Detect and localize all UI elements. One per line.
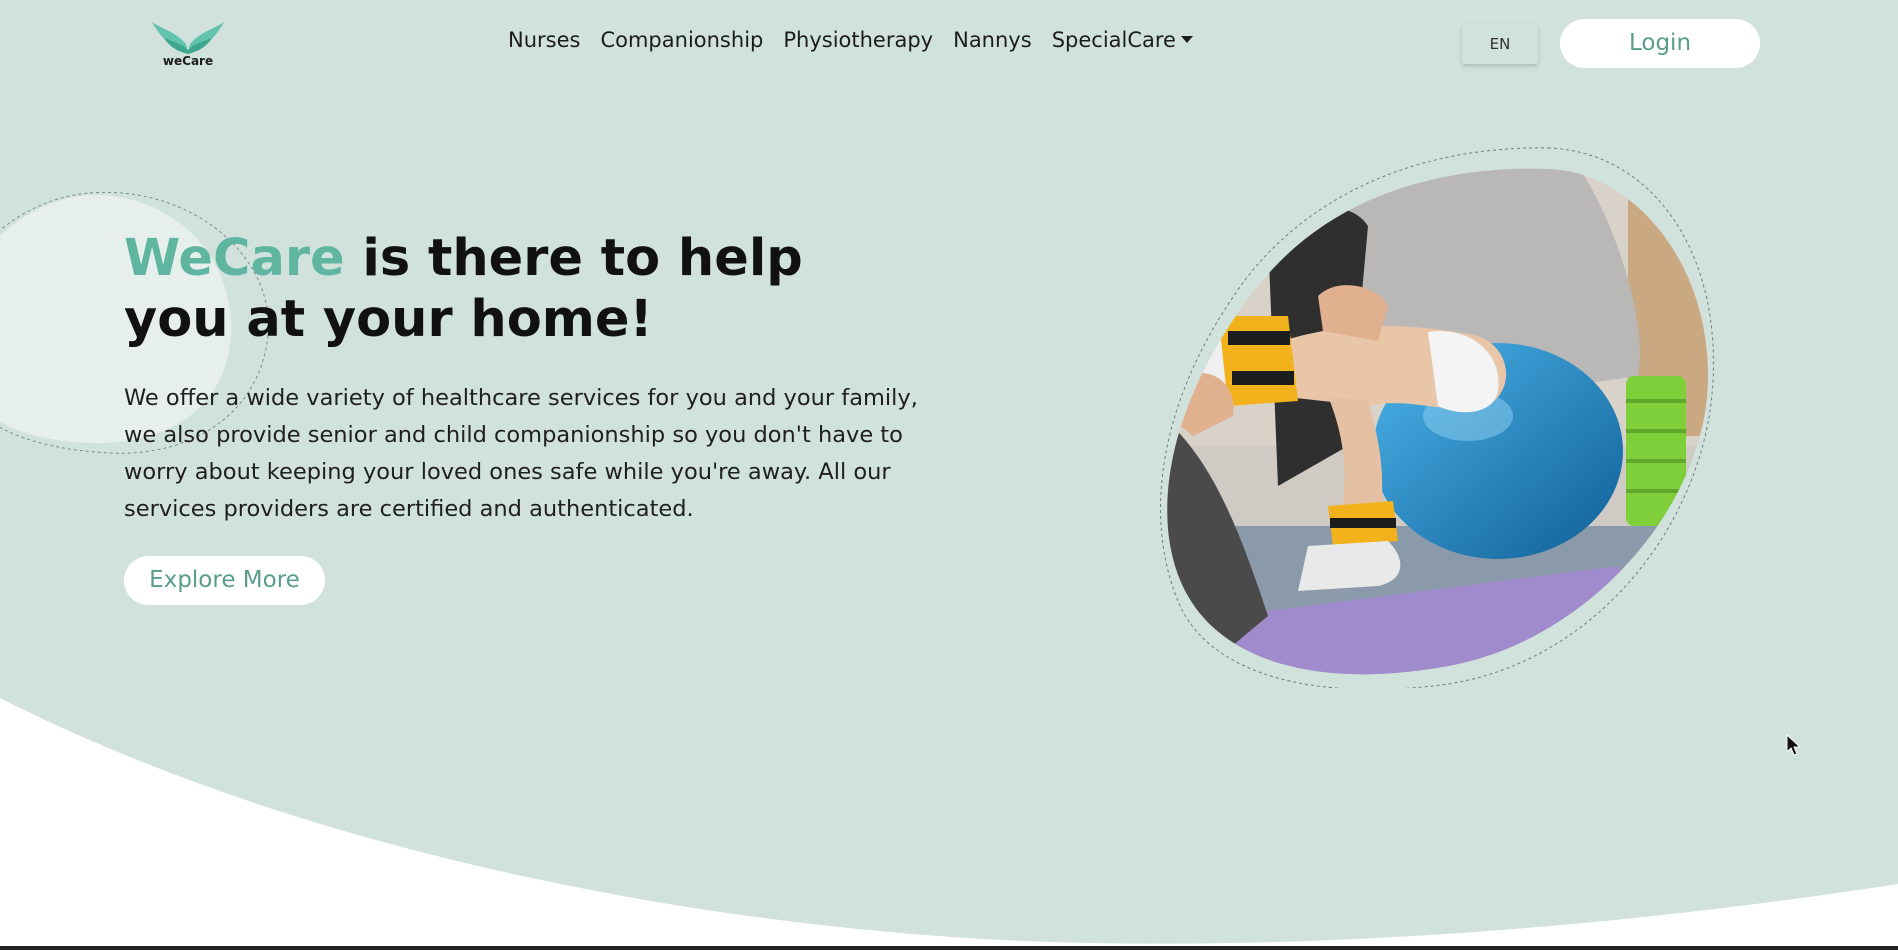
logo[interactable]: weCare [146, 18, 230, 72]
page-bottom-border [0, 946, 1898, 950]
navbar: weCare Nurses Companionship Physiotherap… [0, 0, 1898, 86]
explore-more-button[interactable]: Explore More [124, 556, 325, 605]
main-nav: Nurses Companionship Physiotherapy Nanny… [508, 28, 1213, 52]
hero-description: We offer a wide variety of healthcare se… [124, 385, 918, 522]
mouse-cursor-icon [1786, 734, 1802, 756]
hands-leaf-icon [152, 22, 224, 54]
nav-item-nannys[interactable]: Nannys [953, 28, 1032, 52]
landing-page: weCare Nurses Companionship Physiotherap… [0, 0, 1898, 950]
nav-item-companionship[interactable]: Companionship [600, 28, 763, 52]
hero-headline: WeCare is there to help you at your home… [124, 228, 924, 350]
nav-item-physiotherapy[interactable]: Physiotherapy [783, 28, 933, 52]
hero-photo [1160, 147, 1714, 688]
nav-item-nurses[interactable]: Nurses [508, 28, 580, 52]
nav-item-specialcare-dropdown[interactable]: SpecialCare [1052, 28, 1193, 52]
headline-brand: WeCare [124, 229, 345, 288]
logo-text: weCare [162, 54, 214, 68]
language-selector[interactable]: EN [1462, 24, 1538, 64]
login-button[interactable]: Login [1560, 19, 1760, 68]
nav-item-specialcare-label: SpecialCare [1051, 28, 1176, 52]
physiotherapy-photo [1167, 168, 1708, 675]
caret-down-icon [1180, 35, 1193, 43]
